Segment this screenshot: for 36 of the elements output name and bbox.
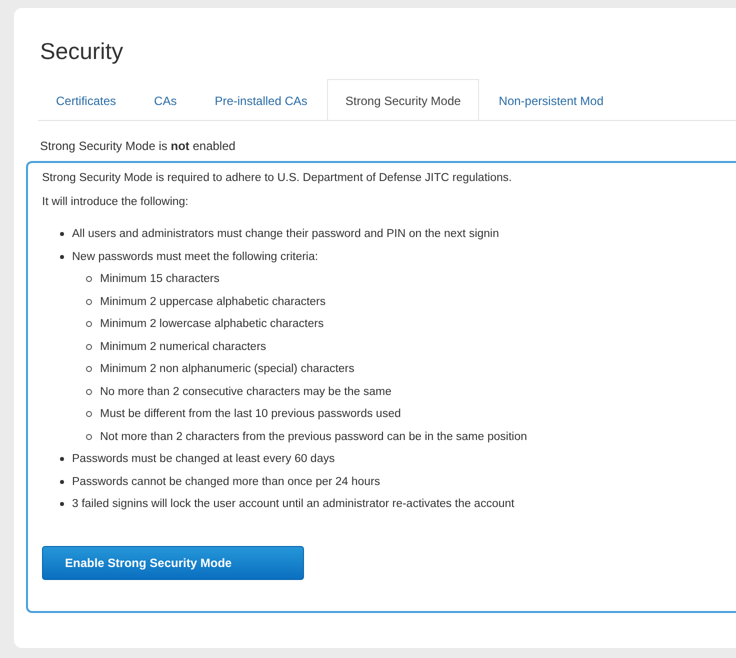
enable-button[interactable]: Enable Strong Security Mode bbox=[42, 546, 304, 580]
circle-bullet-icon bbox=[86, 388, 92, 395]
list-item-text: Minimum 2 lowercase alphabetic characters bbox=[100, 318, 324, 330]
list-item-text: Minimum 15 characters bbox=[100, 273, 220, 286]
bullet-icon bbox=[60, 502, 64, 506]
tab[interactable]: Strong Security Mode bbox=[327, 79, 479, 120]
list-item-text: Minimum 2 non alphanumeric (special) characters bbox=[100, 363, 354, 376]
bullet-icon bbox=[60, 480, 64, 484]
tab[interactable]: Non-persistent Mod bbox=[480, 79, 622, 120]
list-item-text: Minimum 2 uppercase alphabetic characters bbox=[100, 296, 326, 308]
list-item-text: Not more than 2 characters from the previous password can be in the same position bbox=[100, 430, 527, 443]
list-item-text: No more than 2 consecutive characters may be the same bbox=[100, 386, 392, 398]
circle-bullet-icon bbox=[86, 298, 92, 305]
list-item-text: Passwords must be changed at least every 60 days bbox=[72, 453, 335, 466]
notice-text: Strong Security Mode is required to adhere to U.S. Department of Defense JITC regulations. bbox=[42, 171, 513, 185]
list-item-text: Minimum 2 numerical characters bbox=[100, 340, 266, 353]
circle-bullet-icon bbox=[86, 366, 92, 372]
list-item-text: 3 failed signins will lock the user account until an administrator re-activates the account bbox=[72, 498, 514, 510]
page-title: Security bbox=[40, 38, 124, 65]
tab[interactable]: CAs bbox=[136, 79, 195, 120]
circle-bullet-icon bbox=[86, 434, 92, 440]
list-item-text: All users and administrators must change their password and PIN on the next signin bbox=[72, 228, 499, 240]
circle-bullet-icon bbox=[86, 411, 92, 418]
bullet-icon bbox=[60, 457, 64, 462]
bullet-icon bbox=[60, 232, 64, 236]
tab[interactable]: Certificates bbox=[38, 79, 134, 120]
circle-bullet-icon bbox=[86, 321, 92, 328]
notice-text: It will introduce the following: bbox=[42, 195, 190, 209]
list-item-text: Must be different from the last 10 previous passwords used bbox=[100, 408, 401, 420]
circle-bullet-icon bbox=[86, 276, 92, 282]
status-text: Strong Security Mode is not enabled bbox=[40, 139, 236, 153]
circle-bullet-icon bbox=[86, 344, 92, 350]
list-item-text: Passwords cannot be changed more than once per 24 hours bbox=[72, 476, 380, 488]
list-item-text: New passwords must meet the following criteria: bbox=[72, 250, 318, 263]
bullet-icon bbox=[60, 254, 64, 259]
tab[interactable]: Pre-installed CAs bbox=[196, 79, 326, 120]
